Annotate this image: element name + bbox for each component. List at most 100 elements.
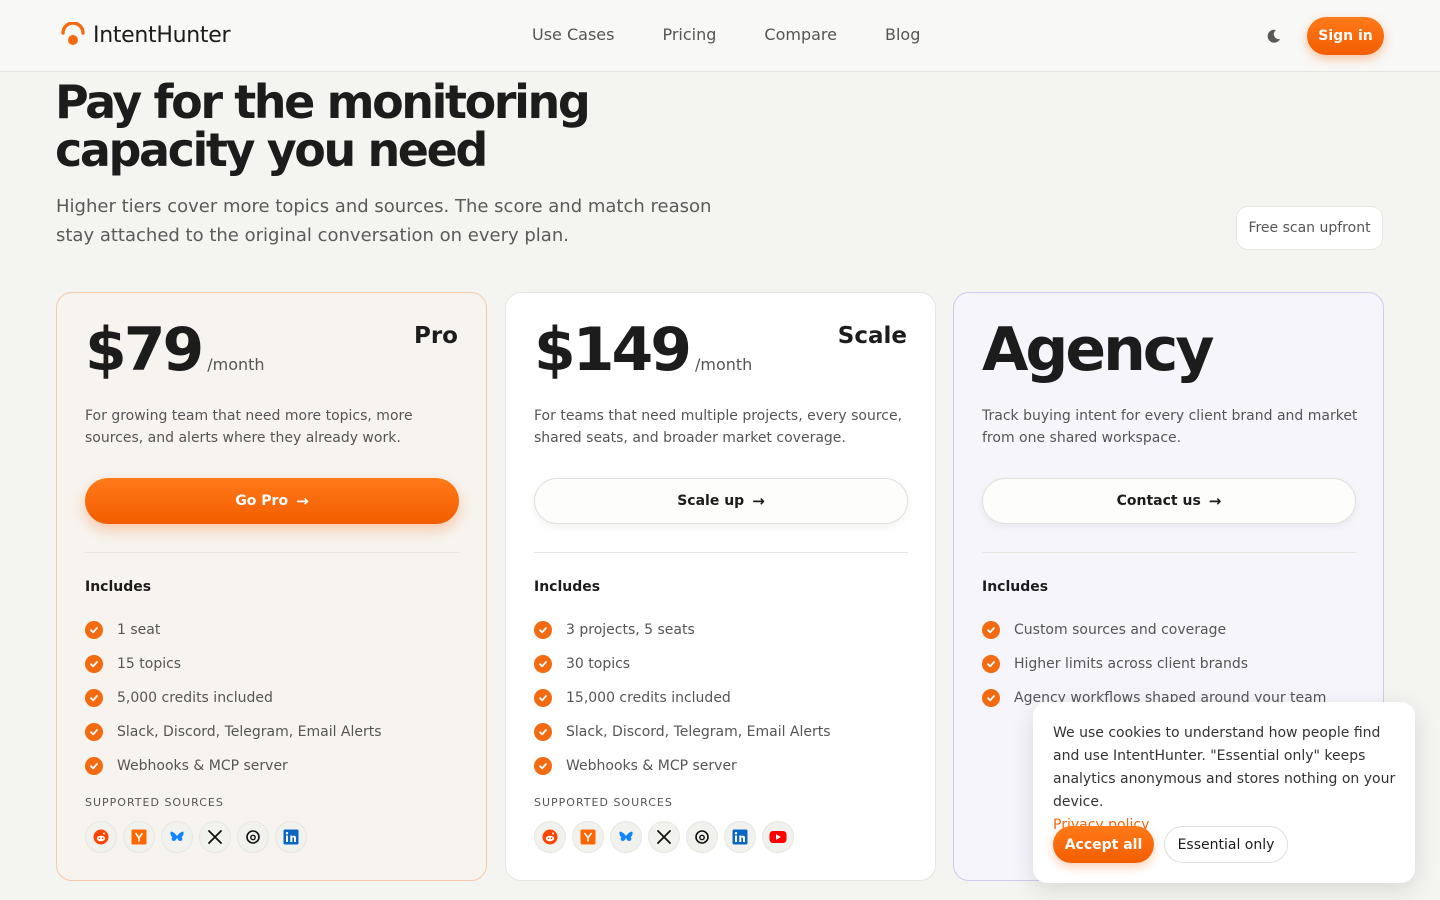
feature-item: 1 seat bbox=[85, 613, 382, 647]
check-icon bbox=[534, 655, 552, 673]
price-row: $79 /month bbox=[85, 315, 265, 385]
arrow-right-icon: → bbox=[1208, 492, 1222, 510]
cta-label: Go Pro bbox=[235, 493, 289, 509]
feature-item: Slack, Discord, Telegram, Email Alerts bbox=[85, 715, 382, 749]
feature-item: 5,000 credits included bbox=[85, 681, 382, 715]
hacker-news-icon bbox=[572, 821, 604, 853]
feature-text: 1 seat bbox=[117, 622, 161, 638]
linkedin-icon bbox=[724, 821, 756, 853]
feature-item: Custom sources and coverage bbox=[982, 613, 1326, 647]
accept-all-button[interactable]: Accept all bbox=[1053, 826, 1154, 863]
bluesky-icon bbox=[161, 821, 193, 853]
page-subtitle: Higher tiers cover more topics and sourc… bbox=[56, 196, 712, 246]
free-scan-badge: Free scan upfront bbox=[1236, 206, 1383, 250]
plan-description: For teams that need multiple projects, e… bbox=[534, 408, 903, 446]
plan-tier-name: Pro bbox=[413, 323, 458, 349]
plan-period: /month bbox=[207, 355, 265, 374]
feature-text: 3 projects, 5 seats bbox=[566, 622, 695, 638]
contact-us-button[interactable]: Contact us → bbox=[982, 478, 1356, 524]
nav-use-cases[interactable]: Use Cases bbox=[532, 25, 614, 44]
check-icon bbox=[534, 621, 552, 639]
plan-price: Agency bbox=[982, 315, 1214, 385]
plan-price: $79 bbox=[85, 315, 204, 385]
feature-item: Webhooks & MCP server bbox=[534, 749, 831, 783]
feature-item: 15,000 credits included bbox=[534, 681, 831, 715]
check-icon bbox=[85, 723, 103, 741]
youtube-icon bbox=[762, 821, 794, 853]
nav-pricing[interactable]: Pricing bbox=[662, 25, 716, 44]
divider bbox=[982, 552, 1356, 553]
brand-name: IntentHunter bbox=[93, 22, 231, 48]
feature-item: 15 topics bbox=[85, 647, 382, 681]
cookie-buttons: Accept all Essential only bbox=[1053, 826, 1288, 863]
feature-text: Webhooks & MCP server bbox=[117, 758, 288, 774]
reddit-icon bbox=[85, 821, 117, 853]
arrow-right-icon: → bbox=[752, 492, 765, 510]
feature-item: 30 topics bbox=[534, 647, 831, 681]
source-icons bbox=[534, 821, 800, 853]
feature-text: 15,000 credits included bbox=[566, 690, 731, 706]
essential-only-button[interactable]: Essential only bbox=[1164, 826, 1288, 863]
check-icon bbox=[85, 621, 103, 639]
brand-logo[interactable]: IntentHunter bbox=[60, 21, 231, 48]
includes-heading: Includes bbox=[85, 579, 152, 595]
sign-in-button[interactable]: Sign in bbox=[1307, 17, 1384, 55]
pricing-card-scale: $149 /month Scale For teams that need mu… bbox=[505, 292, 936, 881]
check-icon bbox=[982, 621, 1000, 639]
go-pro-button[interactable]: Go Pro → bbox=[85, 478, 459, 524]
check-icon bbox=[85, 689, 103, 707]
x-icon bbox=[199, 821, 231, 853]
plan-price: $149 bbox=[534, 315, 692, 385]
top-navbar: IntentHunter Use Cases Pricing Compare B… bbox=[0, 0, 1440, 72]
check-icon bbox=[85, 757, 103, 775]
feature-item: Slack, Discord, Telegram, Email Alerts bbox=[534, 715, 831, 749]
plan-period: /month bbox=[695, 355, 753, 374]
feature-text: Custom sources and coverage bbox=[1014, 622, 1227, 638]
feature-text: 5,000 credits included bbox=[117, 690, 273, 706]
divider bbox=[534, 552, 908, 553]
page-title: Pay for the monitoring capacity you need bbox=[55, 75, 591, 177]
x-icon bbox=[648, 821, 680, 853]
feature-text: Webhooks & MCP server bbox=[566, 758, 737, 774]
feature-text: 30 topics bbox=[566, 656, 631, 672]
plan-description: Track buying intent for every client bra… bbox=[982, 408, 1358, 446]
nav-blog[interactable]: Blog bbox=[885, 25, 920, 44]
bluesky-icon bbox=[610, 821, 642, 853]
hacker-news-icon bbox=[123, 821, 155, 853]
supported-sources-label: SUPPORTED SOURCES bbox=[85, 796, 224, 809]
cookie-message: We use cookies to understand how people … bbox=[1053, 725, 1396, 810]
nav-compare[interactable]: Compare bbox=[764, 25, 837, 44]
price-row: Agency bbox=[982, 315, 1214, 385]
includes-heading: Includes bbox=[982, 579, 1049, 595]
arrow-right-icon: → bbox=[296, 492, 309, 510]
check-icon bbox=[534, 689, 552, 707]
feature-list: Custom sources and coverage Higher limit… bbox=[982, 613, 1326, 715]
linkedin-icon bbox=[275, 821, 307, 853]
includes-heading: Includes bbox=[534, 579, 601, 595]
feature-text: Slack, Discord, Telegram, Email Alerts bbox=[117, 724, 382, 740]
divider bbox=[85, 552, 459, 553]
feature-text: 15 topics bbox=[117, 656, 182, 672]
plan-description: For growing team that need more topics, … bbox=[85, 408, 413, 446]
check-icon bbox=[982, 689, 1000, 707]
dark-mode-moon-icon[interactable] bbox=[1266, 28, 1282, 44]
check-icon bbox=[534, 757, 552, 775]
feature-list: 3 projects, 5 seats 30 topics 15,000 cre… bbox=[534, 613, 831, 783]
feature-list: 1 seat 15 topics 5,000 credits included … bbox=[85, 613, 382, 783]
check-icon bbox=[534, 723, 552, 741]
check-icon bbox=[85, 655, 103, 673]
cta-label: Contact us bbox=[1116, 493, 1201, 509]
feature-text: Slack, Discord, Telegram, Email Alerts bbox=[566, 724, 831, 740]
cta-label: Scale up bbox=[677, 493, 745, 509]
threads-icon bbox=[237, 821, 269, 853]
main-nav: Use Cases Pricing Compare Blog bbox=[532, 25, 968, 44]
check-icon bbox=[982, 655, 1000, 673]
feature-text: Higher limits across client brands bbox=[1014, 656, 1249, 672]
scale-up-button[interactable]: Scale up → bbox=[534, 478, 908, 524]
supported-sources-label: SUPPORTED SOURCES bbox=[534, 796, 673, 809]
threads-icon bbox=[686, 821, 718, 853]
intenthunter-logo-icon bbox=[60, 21, 86, 48]
source-icons bbox=[85, 821, 313, 853]
price-row: $149 /month bbox=[534, 315, 752, 385]
feature-item: Higher limits across client brands bbox=[982, 647, 1326, 681]
